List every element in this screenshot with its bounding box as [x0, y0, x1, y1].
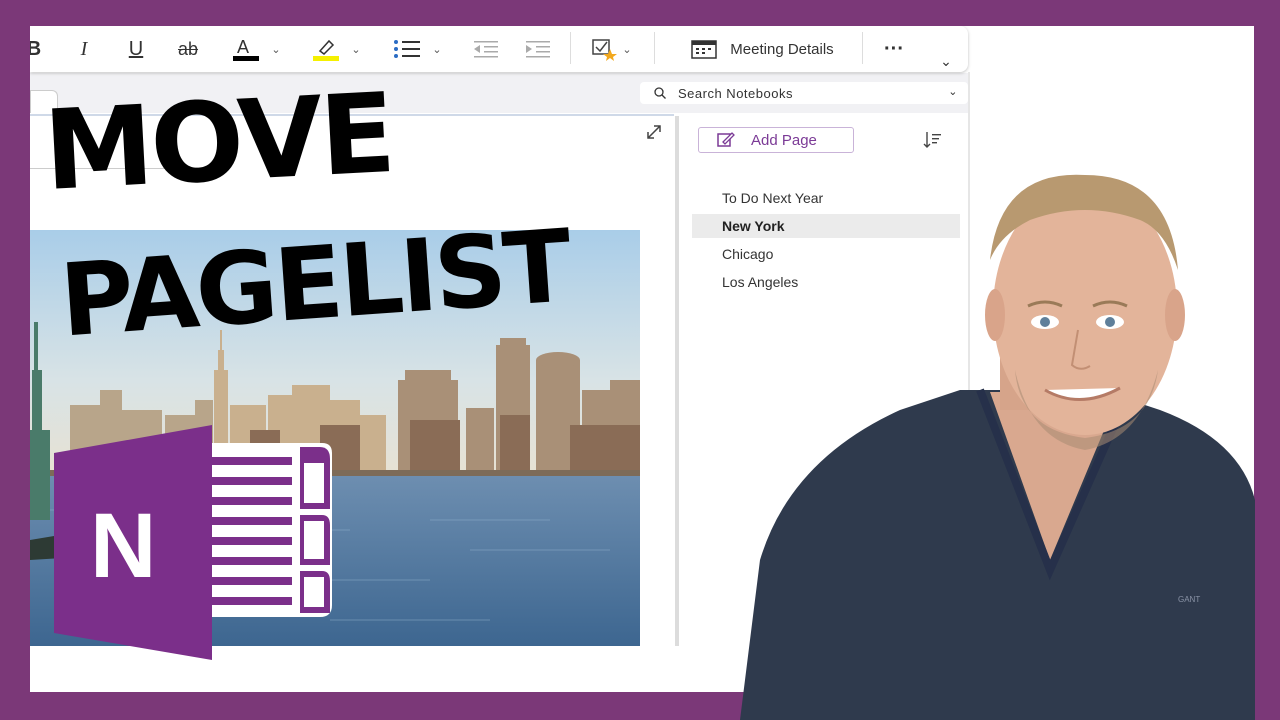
- increase-indent-icon: [526, 41, 550, 58]
- toolbar-divider: [570, 32, 571, 64]
- toolbar-divider: [654, 32, 655, 64]
- expand-icon[interactable]: [644, 122, 664, 142]
- svg-text:A: A: [237, 37, 249, 57]
- search-icon: [654, 87, 666, 99]
- chevron-down-icon[interactable]: ⌄: [622, 43, 631, 56]
- search-notebooks-input[interactable]: Search Notebooks ⌄: [640, 82, 968, 104]
- bold-button[interactable]: B: [30, 34, 44, 64]
- more-options-button[interactable]: ···: [876, 34, 912, 64]
- ribbon-toolbar: B I U ab A ⌄ ⌄ ⌄ ⌄ Meeting Details ··· ⌄: [30, 26, 968, 72]
- italic-button[interactable]: I: [72, 34, 96, 64]
- decrease-indent-icon: [474, 41, 498, 58]
- onenote-logo-letter: N: [90, 495, 156, 597]
- toolbar-divider: [862, 32, 863, 64]
- bullets-button[interactable]: ⌄: [386, 34, 448, 64]
- highlight-button[interactable]: ⌄: [306, 34, 366, 64]
- font-color-button[interactable]: A ⌄: [226, 34, 286, 64]
- chevron-down-icon[interactable]: ⌄: [351, 43, 360, 56]
- collapse-ribbon-chevron-icon[interactable]: ⌄: [934, 46, 958, 76]
- calendar-icon: [691, 40, 718, 59]
- font-color-icon: A: [233, 37, 260, 61]
- onenote-logo: N: [54, 425, 332, 660]
- chevron-down-icon[interactable]: ⌄: [271, 43, 280, 56]
- underline-button[interactable]: U: [124, 34, 148, 64]
- shirt-logo: GANT: [1178, 595, 1200, 604]
- tag-button[interactable]: ⌄: [586, 34, 636, 64]
- todo-tag-icon: [592, 39, 618, 61]
- meeting-details-button[interactable]: Meeting Details: [672, 34, 852, 64]
- bullet-list-icon: [394, 40, 421, 58]
- presenter-photo: GANT: [740, 174, 1255, 720]
- increase-indent-button[interactable]: [522, 34, 554, 64]
- headline-move: MOVE: [40, 68, 396, 216]
- decrease-indent-button[interactable]: [470, 34, 502, 64]
- highlighter-icon: [313, 39, 340, 61]
- pagelist-splitter[interactable]: [675, 116, 679, 646]
- strikethrough-button[interactable]: ab: [172, 34, 204, 64]
- chevron-down-icon[interactable]: ⌄: [432, 43, 441, 56]
- chevron-down-icon[interactable]: ⌄: [948, 85, 958, 98]
